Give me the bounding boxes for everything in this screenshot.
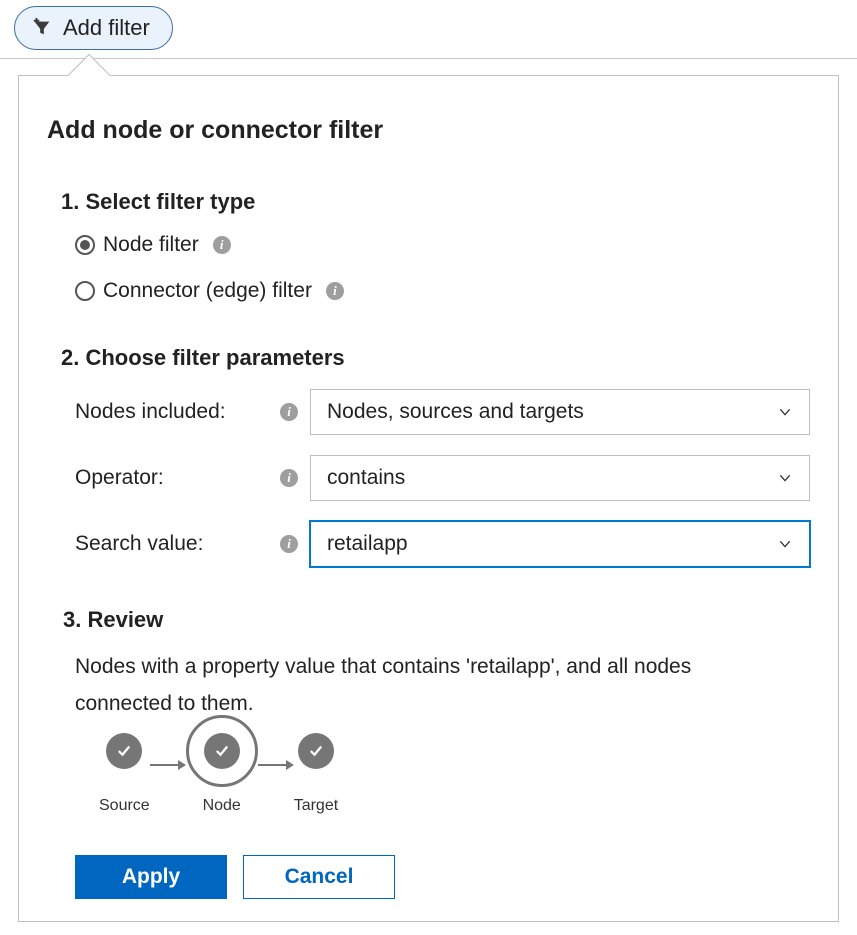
chevron-down-icon [777,536,793,552]
ring-icon [186,715,258,787]
diagram-source-node: Source [99,733,150,815]
param-nodes-included-row: Nodes included: i Nodes, sources and tar… [75,389,810,435]
cancel-button-label: Cancel [285,865,354,889]
toolbar-divider [0,58,857,59]
checkmark-circle-icon [106,733,142,769]
diagram-target-node: Target [294,733,338,815]
review-section: 3. Review Nodes with a property value th… [63,607,810,899]
checkmark-circle-icon [204,733,240,769]
info-icon[interactable]: i [280,403,298,421]
search-value-label: Search value: [75,532,280,556]
checkmark-circle-icon [298,733,334,769]
diagram-source-label: Source [99,797,150,815]
nodes-included-select[interactable]: Nodes, sources and targets [310,389,810,435]
arrow-right-icon [258,729,294,801]
param-operator-row: Operator: i contains [75,455,810,501]
chevron-down-icon [777,404,793,420]
filter-type-radio-group: Node filter i Connector (edge) filter i [75,233,810,303]
info-icon[interactable]: i [280,535,298,553]
add-filter-button[interactable]: Add filter [14,6,173,50]
info-icon[interactable]: i [326,282,344,300]
arrow-right-icon [150,729,186,801]
radio-connector-filter[interactable]: Connector (edge) filter i [75,279,810,303]
review-text: Nodes with a property value that contain… [75,649,715,723]
chevron-down-icon [777,470,793,486]
add-filter-icon [31,17,53,39]
cancel-button[interactable]: Cancel [243,855,395,899]
operator-label: Operator: [75,466,280,490]
info-icon[interactable]: i [280,469,298,487]
param-search-value-row: Search value: i retailapp [75,521,810,567]
search-value-select[interactable]: retailapp [310,521,810,567]
search-value-value: retailapp [327,532,408,556]
diagram-center-node: Node [186,733,258,815]
radio-indicator-unchecked [75,281,95,301]
nodes-included-label: Nodes included: [75,400,280,424]
radio-node-filter[interactable]: Node filter i [75,233,810,257]
filter-parameters: Nodes included: i Nodes, sources and tar… [75,389,810,567]
operator-select[interactable]: contains [310,455,810,501]
panel-title: Add node or connector filter [47,116,810,145]
review-diagram: Source Node [99,733,810,815]
button-row: Apply Cancel [75,855,810,899]
apply-button-label: Apply [122,865,180,889]
add-filter-label: Add filter [63,15,150,41]
operator-value: contains [327,466,405,490]
radio-connector-filter-label: Connector (edge) filter [103,279,312,303]
radio-node-filter-label: Node filter [103,233,199,257]
nodes-included-value: Nodes, sources and targets [327,400,584,424]
apply-button[interactable]: Apply [75,855,227,899]
radio-indicator-checked [75,235,95,255]
diagram-target-label: Target [294,797,338,815]
filter-panel: Add node or connector filter 1. Select f… [18,75,839,922]
diagram-node-label: Node [203,797,241,815]
info-icon[interactable]: i [213,236,231,254]
section-review-heading: 3. Review [63,607,810,633]
section-filter-type-heading: 1. Select filter type [61,189,810,215]
section-parameters-heading: 2. Choose filter parameters [61,345,810,371]
